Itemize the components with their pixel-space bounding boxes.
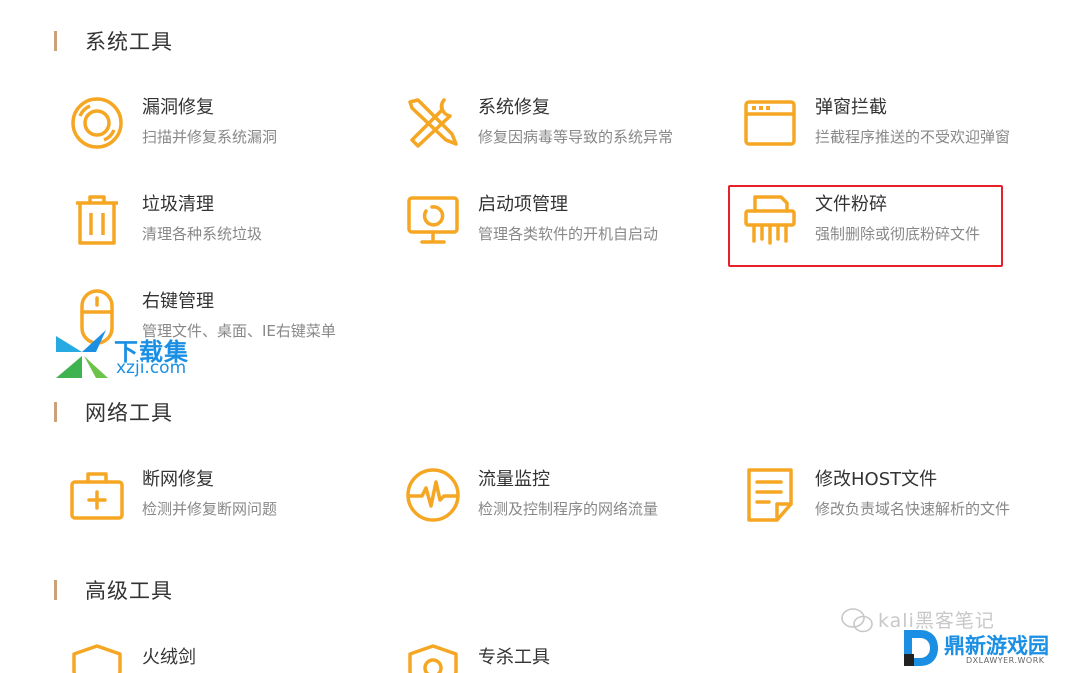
tool-network-repair[interactable]: 断网修复 检测并修复断网问题 bbox=[68, 468, 277, 524]
section-title-text: 网络工具 bbox=[85, 401, 173, 425]
tool-name: 专杀工具 bbox=[478, 647, 550, 668]
section-bar bbox=[54, 580, 57, 600]
monitor-icon bbox=[404, 191, 462, 249]
tool-desc: 清理各种系统垃圾 bbox=[142, 225, 263, 243]
tool-system-repair[interactable]: 系统修复 修复因病毒等导致的系统异常 bbox=[404, 96, 673, 152]
dx-logo-sub: DXLAWYER.WORK bbox=[966, 656, 1045, 665]
tool-name: 系统修复 bbox=[478, 97, 550, 118]
xzji-watermark: 下载集 xzji.com bbox=[56, 330, 196, 380]
tool-desc: 扫描并修复系统漏洞 bbox=[142, 128, 278, 146]
xzji-logo-icon bbox=[56, 330, 108, 378]
highlight-box bbox=[728, 185, 1003, 267]
lifebuoy-icon bbox=[68, 94, 126, 152]
document-edit-icon bbox=[741, 466, 799, 524]
tool-startup-manage[interactable]: 启动项管理 管理各类软件的开机自启动 bbox=[404, 193, 658, 249]
tool-huorong-sword[interactable]: 火绒剑 bbox=[68, 640, 196, 673]
tool-name: 垃圾清理 bbox=[142, 194, 214, 215]
trash-icon bbox=[68, 191, 126, 249]
tool-special-kill[interactable]: 专杀工具 bbox=[404, 640, 550, 673]
shield-icon bbox=[68, 640, 126, 673]
wechat-icon bbox=[841, 608, 873, 633]
tool-name: 漏洞修复 bbox=[142, 97, 214, 118]
tool-name: 弹窗拦截 bbox=[815, 97, 887, 118]
tool-name: 断网修复 bbox=[142, 469, 214, 490]
tool-name: 修改HOST文件 bbox=[815, 469, 938, 490]
section-title-text: 高级工具 bbox=[85, 579, 173, 603]
section-title-advanced: 高级工具 bbox=[54, 577, 173, 603]
popup-window-icon bbox=[741, 94, 799, 152]
tool-desc: 管理各类软件的开机自启动 bbox=[478, 225, 659, 243]
section-title-text: 系统工具 bbox=[85, 30, 173, 54]
tool-desc: 修改负责域名快速解析的文件 bbox=[815, 500, 1011, 518]
tool-traffic-monitor[interactable]: 流量监控 检测及控制程序的网络流量 bbox=[404, 468, 658, 524]
tool-name: 流量监控 bbox=[478, 469, 550, 490]
tool-desc: 检测及控制程序的网络流量 bbox=[478, 500, 659, 518]
tool-name: 启动项管理 bbox=[478, 194, 568, 215]
tool-desc: 修复因病毒等导致的系统异常 bbox=[478, 128, 674, 146]
section-title-network: 网络工具 bbox=[54, 399, 173, 425]
section-bar bbox=[54, 402, 57, 422]
tool-popup-block[interactable]: 弹窗拦截 拦截程序推送的不受欢迎弹窗 bbox=[741, 96, 1010, 152]
shield-icon bbox=[404, 640, 462, 673]
tool-name: 右键管理 bbox=[142, 291, 214, 312]
wrench-screwdriver-icon bbox=[404, 94, 462, 152]
dx-logo-icon bbox=[904, 630, 938, 666]
dxlawyer-watermark: kali黑客笔记 鼎新游戏园 DXLAWYER.WORK bbox=[838, 600, 1078, 670]
tool-vulnerability-fix[interactable]: 漏洞修复 扫描并修复系统漏洞 bbox=[68, 96, 277, 152]
tool-junk-clean[interactable]: 垃圾清理 清理各种系统垃圾 bbox=[68, 193, 262, 249]
section-bar bbox=[54, 31, 57, 51]
tool-host-edit[interactable]: 修改HOST文件 修改负责域名快速解析的文件 bbox=[741, 468, 1010, 524]
tool-desc: 拦截程序推送的不受欢迎弹窗 bbox=[815, 128, 1011, 146]
medkit-icon bbox=[68, 466, 126, 524]
pulse-gauge-icon bbox=[404, 466, 462, 524]
xzji-site: xzji.com bbox=[116, 358, 187, 378]
tool-desc: 检测并修复断网问题 bbox=[142, 500, 278, 518]
tool-name: 火绒剑 bbox=[142, 647, 196, 668]
section-title-system: 系统工具 bbox=[54, 28, 173, 54]
